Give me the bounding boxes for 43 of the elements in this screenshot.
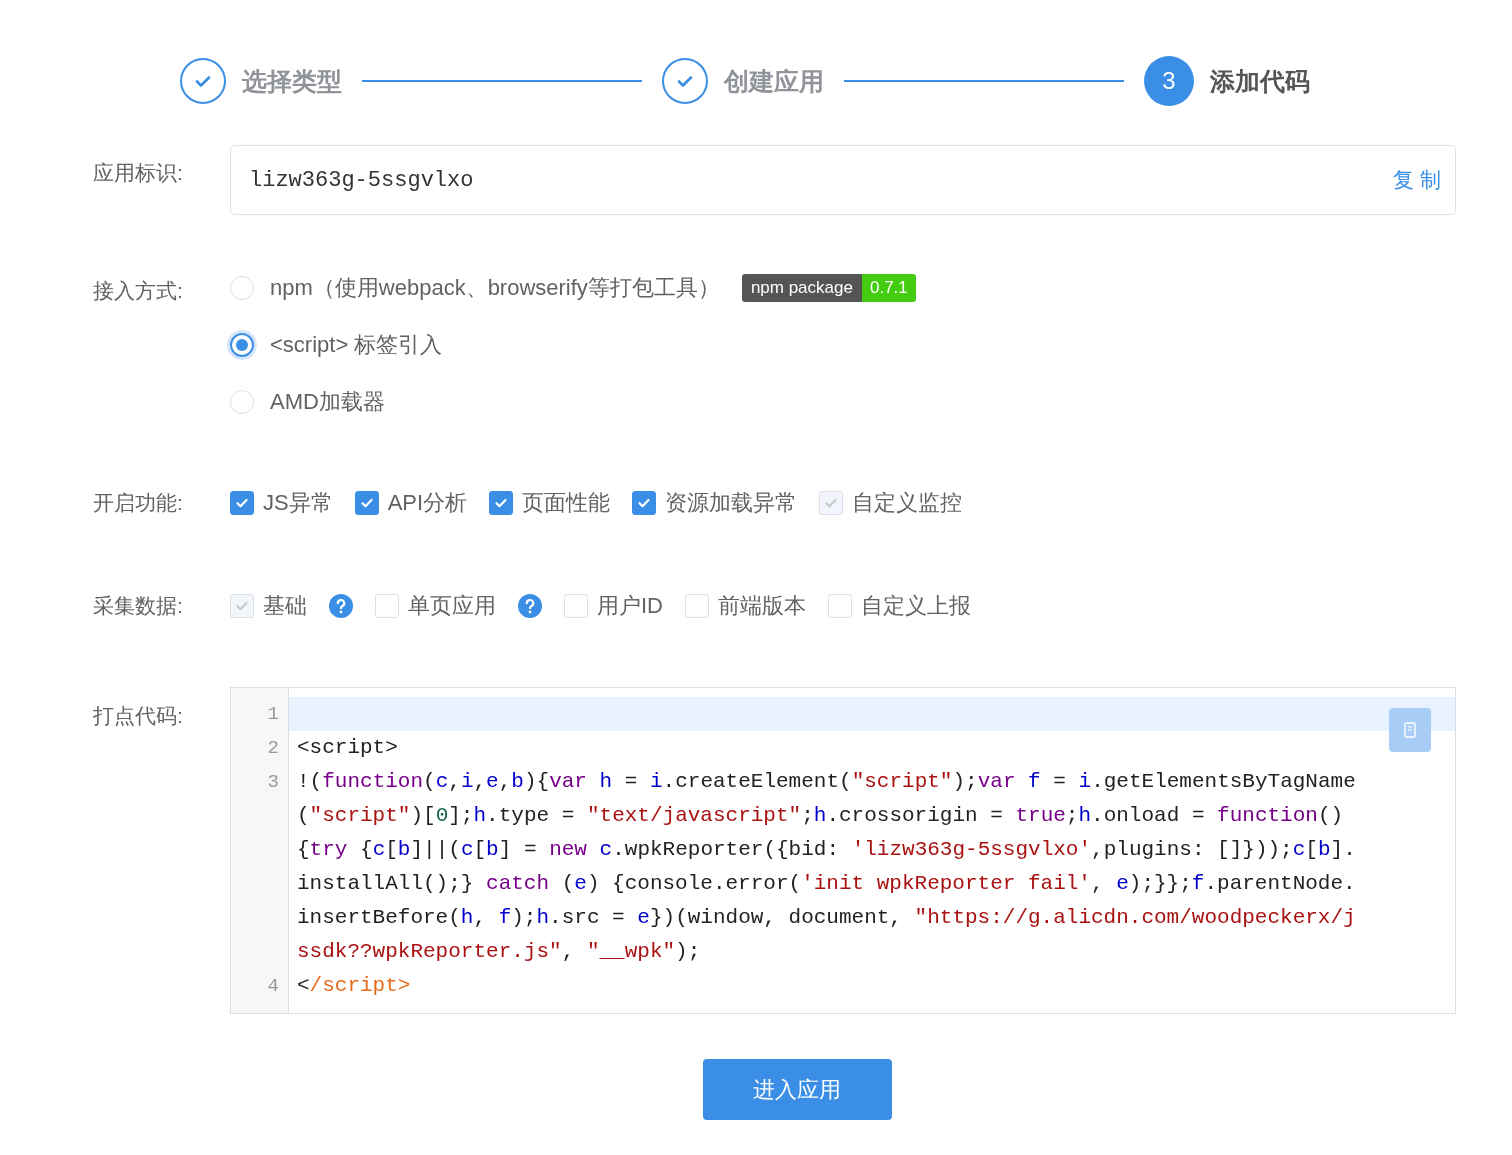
line-number: 4 bbox=[266, 974, 280, 999]
field-label: 打点代码: bbox=[93, 703, 184, 729]
checkbox-label[interactable]: API分析 bbox=[387, 488, 468, 518]
app-id-field[interactable]: lizw363g-5ssgvlxo 复 制 bbox=[230, 145, 1456, 215]
copy-link[interactable]: 复 制 bbox=[1393, 166, 1441, 194]
field-label: 应用标识: bbox=[93, 160, 184, 186]
line-number: 3 bbox=[266, 770, 280, 795]
field-label: 开启功能: bbox=[93, 490, 184, 516]
help-icon[interactable] bbox=[518, 594, 542, 618]
enter-app-button[interactable]: 进入应用 bbox=[702, 1059, 892, 1120]
field-label: 接入方式: bbox=[93, 278, 184, 304]
code-editor[interactable] bbox=[230, 687, 1456, 1014]
checkbox[interactable] bbox=[489, 491, 514, 515]
step-title: 选择类型 bbox=[242, 65, 342, 97]
checkbox-label[interactable]: 页面性能 bbox=[522, 488, 611, 518]
checkbox-label[interactable]: JS异常 bbox=[263, 488, 333, 518]
checkbox-label[interactable]: 自定义上报 bbox=[861, 591, 971, 621]
radio-label[interactable]: AMD加载器 bbox=[270, 387, 385, 417]
radio-button[interactable] bbox=[230, 333, 254, 357]
line-number: 1 bbox=[266, 702, 280, 727]
code-line: installAll();} catch (e) {console.error('init wpkReporter fail', e);}};f.parentNode. bbox=[297, 871, 1357, 897]
checkbox[interactable] bbox=[632, 491, 657, 515]
radio-label[interactable]: npm（使用webpack、browserify等打包工具） bbox=[270, 273, 720, 303]
code-line: {try {c[b]||(c[b] = new c.wpkReporter({bid: 'lizw363g-5ssgvlxo',plugins: []}));c[b]. bbox=[297, 837, 1357, 863]
checkbox[interactable] bbox=[230, 491, 254, 515]
copy-icon[interactable] bbox=[1389, 708, 1431, 752]
checkbox-label[interactable]: 用户ID bbox=[597, 591, 663, 621]
checkbox-label[interactable]: 资源加载异常 bbox=[665, 488, 798, 518]
code-line: !(function(c,i,e,b){var h = i.createElement("script");var f = i.getElementsByTagName bbox=[297, 769, 1357, 795]
code-line: insertBefore(h, f);h.src = e})(window, document, "https://g.alicdn.com/woodpeckerx/j bbox=[297, 905, 1357, 931]
code-line: </script> bbox=[297, 973, 412, 999]
line-number: 2 bbox=[266, 736, 280, 761]
code-line: ssdk??wpkReporter.js", "__wpk"); bbox=[297, 939, 702, 965]
radio-label[interactable]: <script> 标签引入 bbox=[270, 330, 443, 360]
step-number: 3 bbox=[1144, 56, 1194, 106]
code-line: ("script")[0];h.type = "text/javascript";h.crossorigin = true;h.onload = function() bbox=[297, 803, 1345, 829]
field-label: 采集数据: bbox=[93, 593, 184, 619]
step-title: 添加代码 bbox=[1210, 65, 1310, 97]
checkbox-label[interactable]: 单页应用 bbox=[408, 591, 496, 621]
checkbox[interactable] bbox=[354, 491, 379, 515]
checkbox-label[interactable]: 前端版本 bbox=[718, 591, 806, 621]
step-title: 创建应用 bbox=[724, 65, 824, 97]
code-line: <script> bbox=[297, 735, 399, 761]
